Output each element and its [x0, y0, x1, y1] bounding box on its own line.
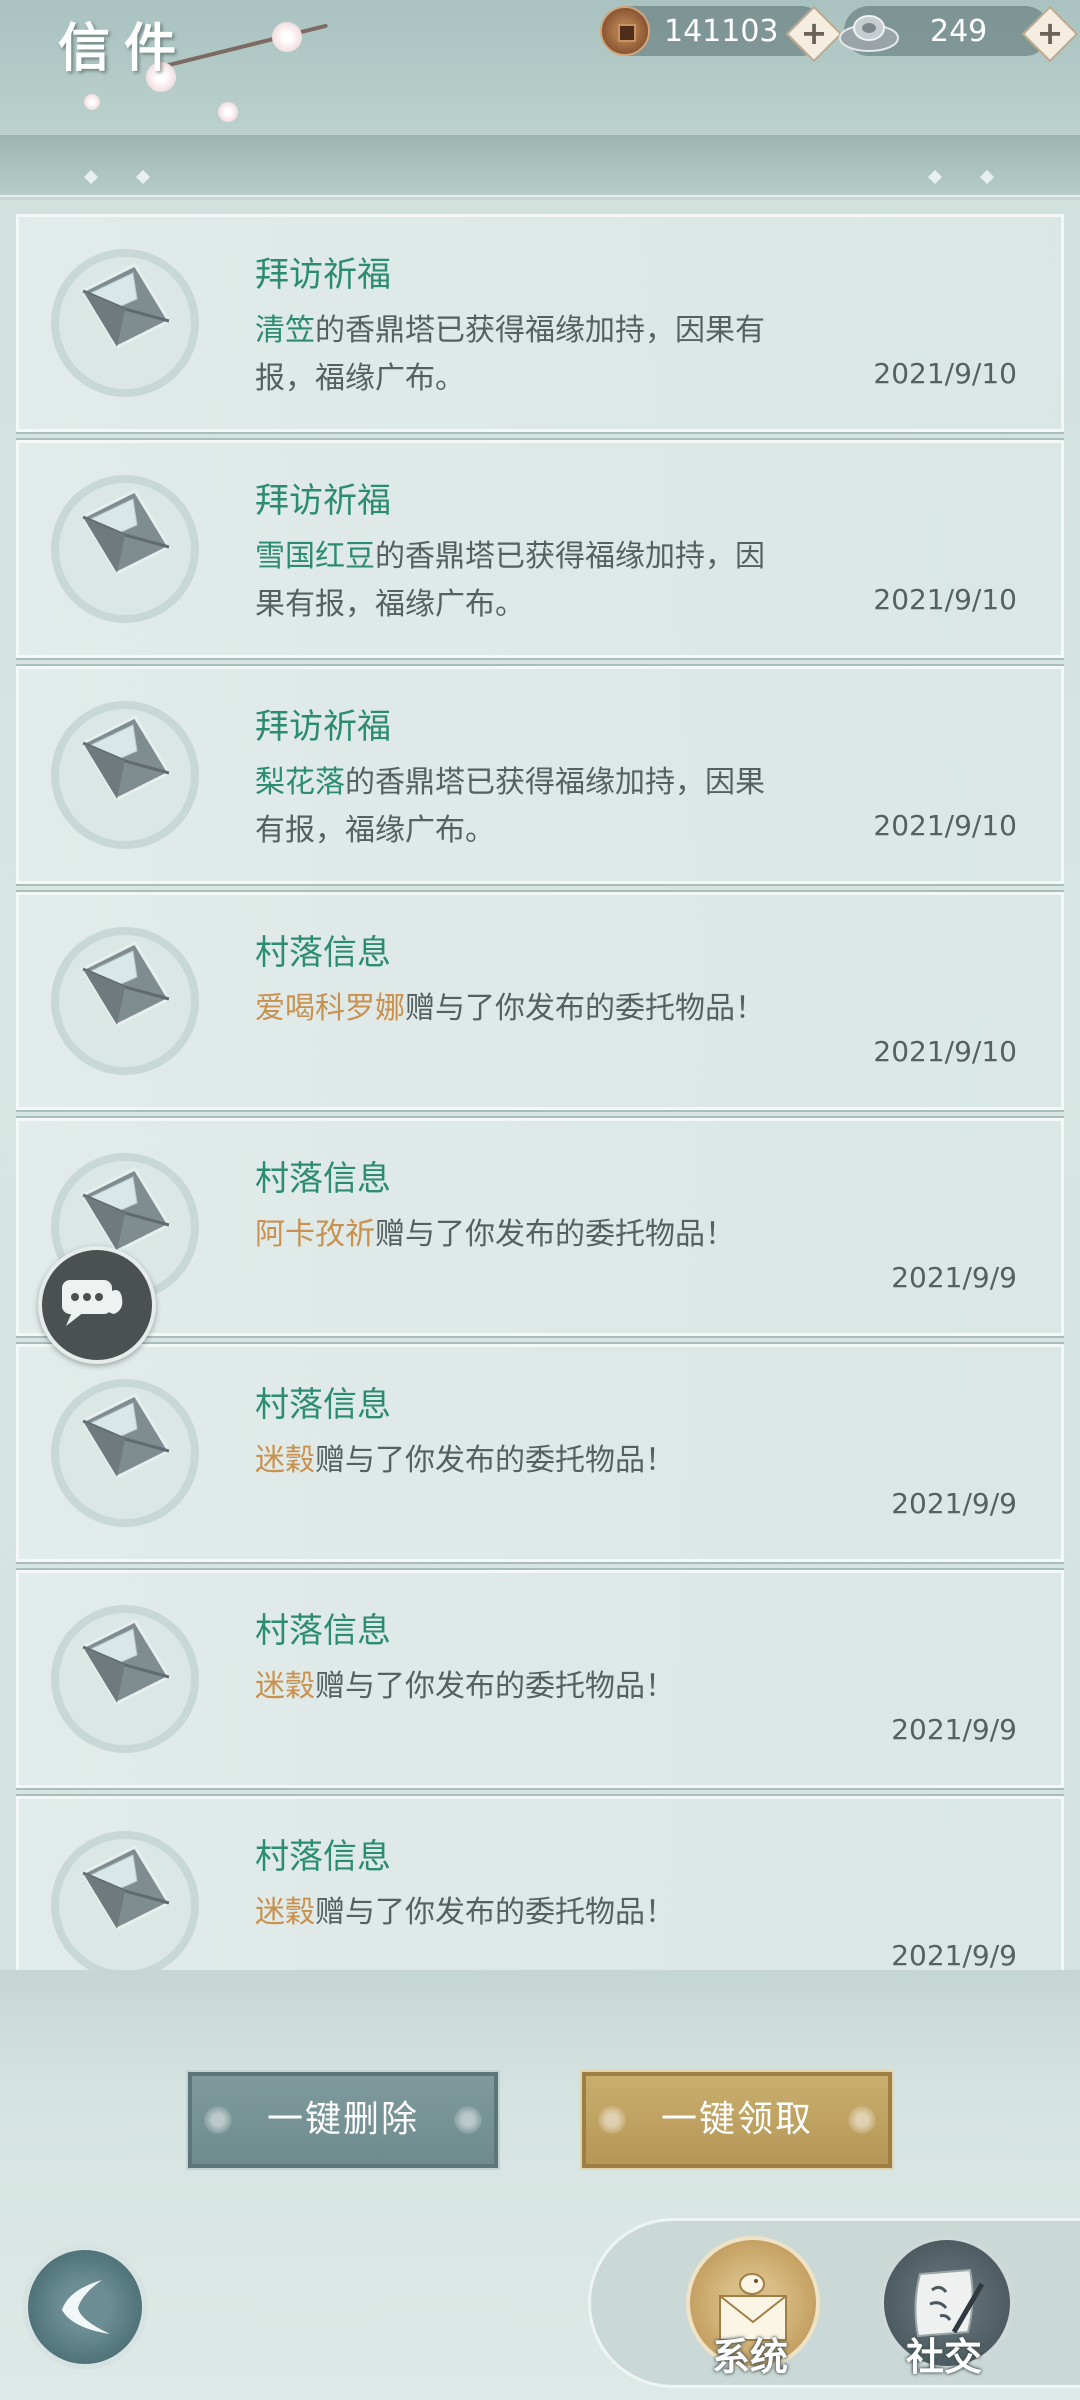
copper-coin-icon — [600, 6, 650, 56]
mail-card[interactable]: 拜访祈福清笠的香鼎塔已获得福缘加持，因果有报，福缘广布。 2021/9/10 — [16, 214, 1064, 434]
mail-title: 村落信息 — [255, 933, 391, 973]
claim-all-button[interactable]: 一键领取 — [580, 2070, 894, 2170]
mail-text: 赠与了你发布的委托物品！ — [375, 1217, 735, 1252]
tab-system-label: 系统 — [712, 2335, 789, 2379]
mail-title: 村落信息 — [255, 1159, 391, 1199]
mail-date: 2021/9/10 — [873, 583, 1017, 616]
flower-ornament — [454, 2106, 482, 2134]
plum-blossom-decoration — [272, 22, 302, 52]
mail-title: 拜访祈福 — [255, 255, 391, 295]
flower-ornament — [204, 2106, 232, 2134]
flower-ornament — [598, 2106, 626, 2134]
silver-amount: 249 — [930, 14, 988, 49]
flower-ornament — [848, 2106, 876, 2134]
mail-title: 村落信息 — [255, 1837, 391, 1877]
mail-text: 赠与了你发布的委托物品！ — [405, 991, 765, 1026]
header-band — [0, 135, 1080, 197]
page-title: 信件 — [58, 18, 191, 79]
sender-name: 迷穀 — [255, 1895, 315, 1930]
mail-text: 的香鼎塔已获得福缘加持，因果 — [345, 765, 765, 800]
mail-date: 2021/9/9 — [891, 1939, 1017, 1970]
floating-chat-button[interactable] — [38, 1246, 156, 1364]
mail-text-continued: 有报，福缘广布。 — [255, 813, 495, 848]
mail-text: 赠与了你发布的委托物品！ — [315, 1669, 675, 1704]
mail-date: 2021/9/10 — [873, 1035, 1017, 1068]
envelope-icon — [80, 1619, 172, 1705]
mail-title: 村落信息 — [255, 1611, 391, 1651]
mail-text: 赠与了你发布的委托物品！ — [315, 1443, 675, 1478]
mail-date: 2021/9/10 — [873, 809, 1017, 842]
mail-text-continued: 果有报，福缘广布。 — [255, 587, 525, 622]
mail-body: 梨花落的香鼎塔已获得福缘加持，因果有报，福缘广布。 — [255, 759, 815, 855]
mail-date: 2021/9/9 — [891, 1713, 1017, 1746]
envelope-icon — [80, 489, 172, 575]
copper-amount: 141103 — [664, 14, 779, 49]
back-button[interactable] — [22, 2244, 148, 2370]
sender-name: 清笠 — [255, 313, 315, 348]
mail-list[interactable]: 拜访祈福 清笠的香鼎塔已获得福缘加持，因果有 报，福缘广布。 2021/9/10 拜访祈… — [16, 214, 1064, 1970]
back-arrow-icon — [62, 2280, 110, 2334]
delete-all-label: 一键删除 — [266, 2099, 419, 2140]
mail-card[interactable]: 村落信息迷穀赠与了你发布的委托物品！ 2021/9/9 — [16, 1342, 1064, 1564]
envelope-icon — [80, 715, 172, 801]
plum-blossom-decoration — [84, 94, 100, 110]
mail-date: 2021/9/10 — [873, 357, 1017, 390]
envelope-icon — [80, 1845, 172, 1931]
envelope-icon — [80, 1393, 172, 1479]
mail-date: 2021/9/9 — [891, 1261, 1017, 1294]
mail-body: 清笠的香鼎塔已获得福缘加持，因果有报，福缘广布。 — [255, 307, 815, 403]
mail-text: 的香鼎塔已获得福缘加持，因果有 — [315, 313, 765, 348]
plum-blossom-decoration — [218, 102, 238, 122]
mail-body: 迷穀赠与了你发布的委托物品！ — [255, 1437, 815, 1485]
sender-name: 爱喝科罗娜 — [255, 991, 405, 1026]
mail-body: 迷穀赠与了你发布的委托物品！ — [255, 1663, 815, 1711]
sender-name: 阿卡孜祈 — [255, 1217, 375, 1252]
mail-body: 爱喝科罗娜赠与了你发布的委托物品！ — [255, 985, 815, 1033]
envelope-icon — [80, 941, 172, 1027]
sender-name: 雪国红豆 — [255, 539, 375, 574]
mail-card[interactable]: 村落信息阿卡孜祈赠与了你发布的委托物品！ 2021/9/9 — [16, 1116, 1064, 1338]
mail-text: 的香鼎塔已获得福缘加持，因 — [375, 539, 765, 574]
mail-card[interactable]: 村落信息爱喝科罗娜赠与了你发布的委托物品！ 2021/9/10 — [16, 890, 1064, 1112]
mail-text: 赠与了你发布的委托物品！ — [315, 1895, 675, 1930]
sender-name: 迷穀 — [255, 1443, 315, 1478]
delete-all-button[interactable]: 一键删除 — [186, 2070, 500, 2170]
mail-card[interactable]: 拜访祈福梨花落的香鼎塔已获得福缘加持，因果有报，福缘广布。 2021/9/10 — [16, 664, 1064, 886]
mail-title: 拜访祈福 — [255, 481, 391, 521]
claim-all-label: 一键领取 — [660, 2099, 813, 2140]
sender-name: 迷穀 — [255, 1669, 315, 1704]
mail-card[interactable]: 拜访祈福雪国红豆的香鼎塔已获得福缘加持，因果有报，福缘广布。 2021/9/10 — [16, 438, 1064, 660]
sender-name: 梨花落 — [255, 765, 345, 800]
mail-title: 拜访祈福 — [255, 707, 391, 747]
mail-text-continued: 报，福缘广布。 — [255, 361, 465, 396]
mail-body: 阿卡孜祈赠与了你发布的委托物品！ — [255, 1211, 815, 1259]
mail-date: 2021/9/9 — [891, 1487, 1017, 1520]
envelope-icon — [80, 263, 172, 349]
tab-social-label: 社交 — [906, 2335, 983, 2379]
mail-card[interactable]: 村落信息迷穀赠与了你发布的委托物品！ 2021/9/9 — [16, 1794, 1064, 1970]
mail-title: 村落信息 — [255, 1385, 391, 1425]
top-bar: 信件 141103 + 249 + — [0, 0, 1080, 200]
mail-card[interactable]: 村落信息迷穀赠与了你发布的委托物品！ 2021/9/9 — [16, 1568, 1064, 1790]
silver-ingot-icon — [839, 15, 899, 52]
mail-body: 雪国红豆的香鼎塔已获得福缘加持，因果有报，福缘广布。 — [255, 533, 815, 629]
chat-bubble-icon — [62, 1280, 123, 1326]
mail-body: 迷穀赠与了你发布的委托物品！ — [255, 1889, 815, 1937]
